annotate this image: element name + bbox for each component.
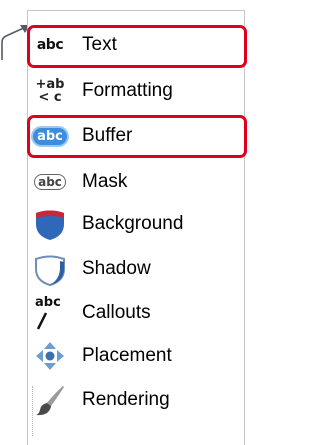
menu-item-callouts[interactable]: abc Callouts [32, 294, 151, 332]
background-shield-icon [36, 210, 64, 240]
mask-icon: abc [32, 164, 68, 200]
background-icon [32, 206, 68, 242]
menu-item-label-callouts: Callouts [82, 302, 151, 323]
label-settings-canvas: abc Text +ab < c Formatting abc Buffer a… [0, 0, 255, 445]
callouts-icon: abc [32, 295, 68, 331]
mask-glyph: abc [34, 174, 66, 190]
menu-item-label-mask: Mask [82, 171, 128, 192]
menu-item-shadow[interactable]: Shadow [32, 250, 151, 288]
formatting-glyph-bottom: < c [38, 90, 62, 105]
shadow-shield-icon [35, 255, 65, 286]
menu-item-label-rendering: Rendering [82, 389, 170, 410]
menu-item-formatting[interactable]: +ab < c Formatting [32, 72, 173, 110]
callouts-leader-icon [36, 312, 48, 330]
highlight-box-text [27, 25, 247, 68]
placement-icon [32, 338, 68, 374]
shadow-icon [32, 251, 68, 287]
menu-item-mask[interactable]: abc Mask [32, 163, 127, 201]
highlight-box-buffer [27, 115, 247, 158]
menu-item-label-placement: Placement [82, 345, 172, 366]
placement-arrows-icon [36, 342, 64, 370]
menu-item-label-shadow: Shadow [82, 258, 151, 279]
menu-item-label-background: Background [82, 213, 184, 234]
menu-item-placement[interactable]: Placement [32, 337, 172, 375]
rendering-brush-icon [36, 386, 64, 416]
menu-item-rendering[interactable]: Rendering [32, 381, 170, 419]
rendering-icon [32, 382, 68, 418]
formatting-icon: +ab < c [32, 73, 68, 109]
menu-item-background[interactable]: Background [32, 205, 183, 243]
menu-item-label-formatting: Formatting [82, 80, 173, 101]
